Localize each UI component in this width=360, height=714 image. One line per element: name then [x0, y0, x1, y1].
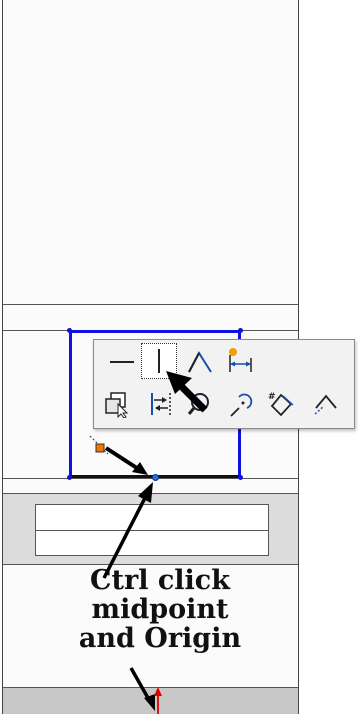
construction-geometry-button[interactable] [308, 386, 344, 422]
sketch-corner-point[interactable] [67, 328, 72, 333]
sketch-corner-point[interactable] [238, 328, 243, 333]
bottom-edge-midpoint[interactable] [152, 474, 159, 481]
horizontal-relation-icon [110, 361, 134, 363]
sketch-corner-point[interactable] [238, 475, 243, 480]
horizontal-relation-button[interactable] [104, 344, 140, 380]
model-edge-line [3, 304, 298, 305]
smart-dimension-icon [229, 348, 252, 372]
model-edge-line [3, 478, 298, 479]
sketch-numbers-button[interactable]: # [264, 386, 300, 422]
annotation-callout: Ctrl click midpoint and Origin [40, 566, 280, 653]
annotation-line: and Origin [78, 623, 242, 654]
angle-dimension-button[interactable] [182, 344, 218, 380]
zoom-to-selection-icon [187, 393, 209, 415]
offset-entities-button[interactable] [224, 386, 260, 422]
model-inner-face [35, 504, 269, 556]
construction-geometry-icon [314, 394, 337, 415]
screenshot-stage: # Ctrl click midpoint and Origin [0, 0, 360, 714]
smart-dimension-button[interactable] [222, 342, 258, 378]
vertical-relation-icon [158, 349, 160, 373]
sketch-numbers-icon: # [268, 392, 294, 417]
mirror-entities-button[interactable] [144, 386, 180, 422]
point-inference-icon [89, 435, 109, 455]
copy-entities-icon [105, 392, 129, 418]
context-toolbar: # [93, 339, 355, 429]
angle-dimension-icon [188, 351, 212, 373]
svg-text:#: # [268, 392, 276, 402]
annotation-line: Ctrl click [90, 565, 230, 596]
model-face-band [3, 493, 298, 565]
offset-entities-icon [230, 393, 253, 417]
model-bottom-face [3, 687, 298, 714]
sketch-corner-point[interactable] [67, 475, 72, 480]
copy-entities-button[interactable] [98, 386, 134, 422]
annotation-line: midpoint [91, 594, 229, 625]
vertical-relation-button[interactable] [141, 343, 177, 379]
mirror-entities-icon [151, 393, 171, 415]
model-edge-line [36, 530, 268, 531]
zoom-to-selection-button[interactable] [182, 386, 218, 422]
